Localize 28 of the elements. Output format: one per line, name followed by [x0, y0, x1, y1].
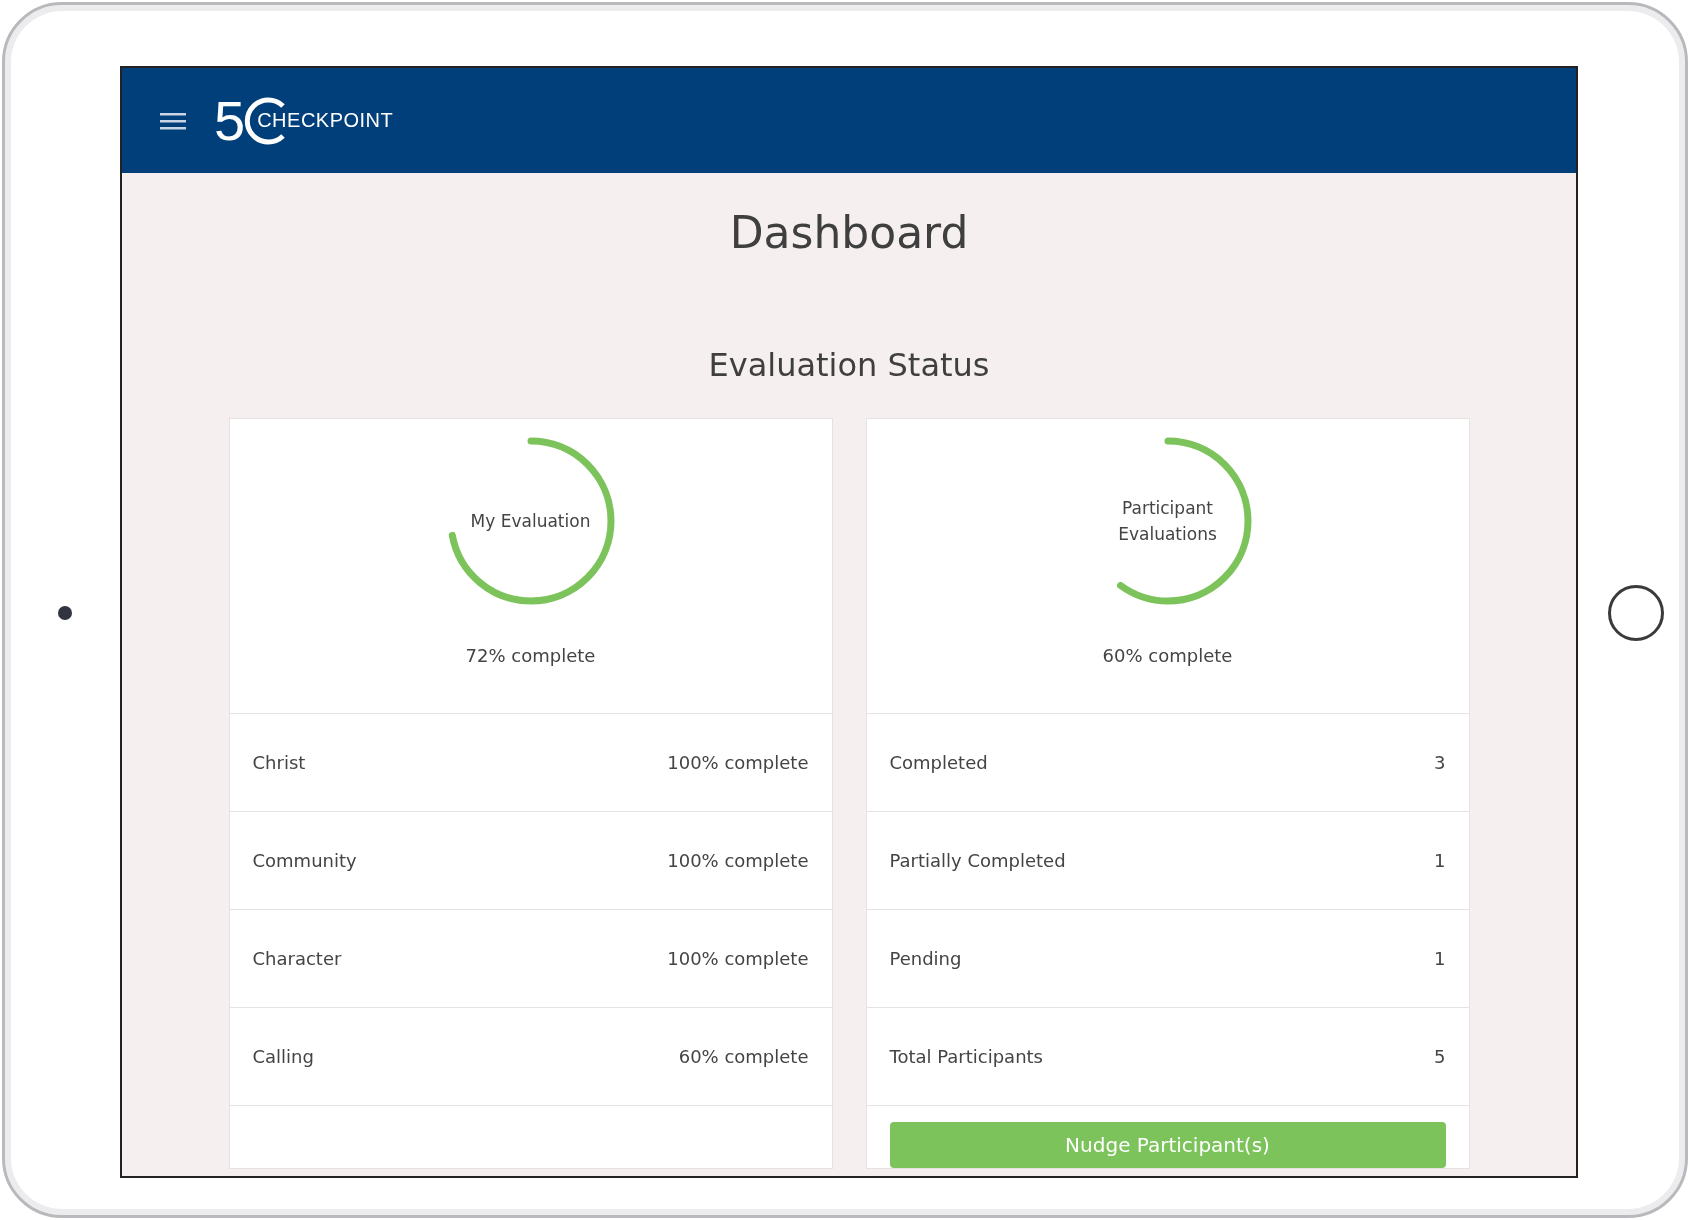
nudge-button[interactable]: Nudge Participant(s): [889, 1122, 1446, 1168]
row-label: Pending: [889, 948, 962, 969]
row-value: 5: [1434, 1046, 1446, 1067]
page-title: Dashboard: [729, 207, 969, 258]
row-label: Character: [252, 948, 342, 969]
ring-label: My Evaluation: [469, 510, 592, 533]
row-label: Community: [252, 850, 357, 871]
row-value: 1: [1434, 850, 1446, 871]
menu-icon[interactable]: [160, 110, 186, 131]
row-value: 100% complete: [667, 850, 809, 871]
row-value: 60% complete: [678, 1046, 809, 1067]
section-title: Evaluation Status: [708, 346, 990, 384]
row-value: 100% complete: [667, 948, 809, 969]
completion-text: 60% complete: [1102, 645, 1233, 666]
logo-text: CHECKPOINT: [257, 109, 394, 132]
camera-icon: [58, 606, 72, 620]
row-value: 1: [1434, 948, 1446, 969]
completion-text: 72% complete: [465, 645, 596, 666]
row-value: 100% complete: [667, 752, 809, 773]
row-label: Calling: [252, 1046, 314, 1067]
logo-number: 5: [214, 92, 246, 149]
row-label: Total Participants: [889, 1046, 1043, 1067]
home-button[interactable]: [1608, 585, 1664, 641]
row-value: 3: [1434, 752, 1446, 773]
row-label: Completed: [889, 752, 988, 773]
row-label: Christ: [252, 752, 306, 773]
row-label: Partially Completed: [889, 850, 1066, 871]
ring-label: Participant Evaluations: [1117, 497, 1218, 546]
